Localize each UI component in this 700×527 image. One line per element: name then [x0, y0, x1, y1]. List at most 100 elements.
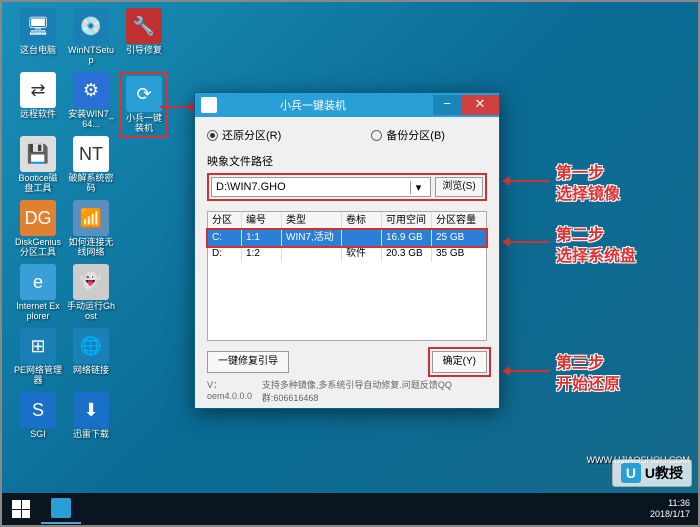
table-row[interactable]: D:1:2 软件20.3 GB35 GB [208, 246, 486, 262]
desktop-icon[interactable]: NT破解系统密码 [67, 136, 115, 194]
desktop-icon[interactable]: 🌐 网络链接 [67, 328, 115, 376]
image-path-input[interactable]: D:\WIN7.GHO ▾ [211, 177, 431, 197]
icon-label: Bootice磁盘工具 [14, 174, 62, 194]
icon-label: 破解系统密码 [67, 174, 115, 194]
radio-icon [207, 130, 218, 141]
cell-free: 16.9 GB [382, 230, 432, 246]
icon-label: 引导修复 [120, 46, 168, 56]
repair-boot-button[interactable]: 一键修复引导 [207, 351, 289, 373]
annotation-step1: 第一步 选择镜像 [556, 164, 620, 206]
annotation-step2: 第二步 选择系统盘 [556, 226, 636, 268]
icon-label: 迅雷下载 [67, 430, 115, 440]
desktop-icon[interactable]: 🖥 这台电脑 [14, 8, 62, 56]
arrow-step3 [510, 370, 550, 372]
cell-num: 1:2 [242, 246, 282, 262]
th-type[interactable]: 类型 [282, 212, 342, 229]
th-partition[interactable]: 分区 [208, 212, 242, 229]
app-icon: 🌐 [73, 328, 109, 364]
cell-partition: D: [208, 246, 242, 262]
cell-size: 25 GB [432, 230, 482, 246]
icon-label: Internet Explorer [14, 302, 62, 322]
icon-label: SGI [14, 430, 62, 440]
app-icon: 💾 [20, 136, 56, 172]
system-tray-clock[interactable]: 11:36 2018/1/17 [650, 498, 698, 520]
desktop-icon[interactable]: ⇄ 远程软件 [14, 72, 62, 120]
image-path-label: 映象文件路径 [207, 153, 487, 169]
app-icon: e [20, 264, 56, 300]
desktop-icon[interactable]: 💾Bootice磁盘工具 [14, 136, 62, 194]
cell-type [282, 246, 342, 262]
restore-radio-label: 还原分区(R) [222, 127, 281, 143]
icon-label: 这台电脑 [14, 46, 62, 56]
cell-partition: C: [208, 230, 242, 246]
cell-free: 20.3 GB [382, 246, 432, 262]
version-text: V：oem4.0.0.0 [207, 378, 262, 404]
image-path-row: D:\WIN7.GHO ▾ 浏览(S) [207, 173, 487, 201]
cell-num: 1:1 [242, 230, 282, 246]
ok-button[interactable]: 确定(Y) [432, 351, 487, 373]
desktop-icon[interactable]: eInternet Explorer [14, 264, 62, 322]
desktop-icon[interactable]: S SGI [14, 392, 62, 440]
table-row[interactable]: C:1:1WIN7,活动 16.9 GB25 GB [208, 230, 486, 246]
window-icon [201, 97, 217, 113]
desktop-icon[interactable]: 👻手动运行Ghost [67, 264, 115, 322]
app-icon: 📶 [73, 200, 109, 236]
desktop-icon[interactable]: 📶如何连接无线网络 [67, 200, 115, 258]
desktop-icon[interactable]: 💿WinNTSetup [67, 8, 115, 66]
badge-icon: U [621, 463, 641, 483]
backup-radio[interactable]: 备份分区(B) [371, 127, 445, 143]
icon-label: 网络链接 [67, 366, 115, 376]
support-text: 支持多种镜像,多系统引导自动修复.问题反馈QQ群:606616468 [262, 378, 487, 404]
app-icon: 🔧 [126, 8, 162, 44]
icon-label: 如何连接无线网络 [67, 238, 115, 258]
cell-volume: 软件 [342, 246, 382, 262]
cell-size: 35 GB [432, 246, 482, 262]
chevron-down-icon[interactable]: ▾ [410, 181, 426, 194]
minimize-button[interactable]: − [433, 95, 461, 115]
app-icon: DG [20, 200, 56, 236]
taskbar-item[interactable] [41, 494, 81, 524]
th-volume[interactable]: 卷标 [342, 212, 382, 229]
app-icon: ⇄ [20, 72, 56, 108]
arrow-to-window [160, 106, 190, 108]
app-icon: ⬇ [73, 392, 109, 428]
desktop-icon[interactable]: 🔧 引导修复 [120, 8, 168, 56]
arrow-step1 [510, 180, 550, 182]
app-icon: S [20, 392, 56, 428]
icon-label: 小兵一键装机 [124, 114, 164, 134]
taskbar: 11:36 2018/1/17 [2, 493, 698, 525]
radio-icon [371, 130, 382, 141]
desktop-icon[interactable]: ⊞PE网络管理器 [14, 328, 62, 386]
close-button[interactable]: ✕ [461, 95, 499, 115]
app-icon [51, 498, 71, 518]
window-title: 小兵一键装机 [223, 97, 433, 113]
th-free[interactable]: 可用空间 [382, 212, 432, 229]
table-header: 分区 编号 类型 卷标 可用空间 分区容量 [208, 212, 486, 230]
icon-label: PE网络管理器 [14, 366, 62, 386]
icon-label: 远程软件 [14, 110, 62, 120]
icon-label: 安装WIN7_64... [67, 110, 115, 130]
th-num[interactable]: 编号 [242, 212, 282, 229]
app-icon: ⟳ [126, 76, 162, 112]
titlebar[interactable]: 小兵一键装机 − ✕ [195, 93, 499, 117]
badge-text: U教授 [645, 463, 683, 483]
annotation-step3: 第三步 开始还原 [556, 354, 620, 396]
th-size[interactable]: 分区容量 [432, 212, 482, 229]
app-icon: 💿 [73, 8, 109, 44]
backup-radio-label: 备份分区(B) [386, 127, 445, 143]
windows-logo-icon [12, 500, 30, 518]
icon-label: DiskGenius分区工具 [14, 238, 62, 258]
desktop-icon[interactable]: ⚙安装WIN7_64... [67, 72, 115, 130]
brand-badge: U U教授 [612, 459, 692, 487]
app-icon: 👻 [73, 264, 109, 300]
icon-label: WinNTSetup [67, 46, 115, 66]
start-button[interactable] [2, 493, 40, 525]
app-icon: 🖥 [20, 8, 56, 44]
browse-button[interactable]: 浏览(S) [435, 177, 483, 197]
desktop-icon[interactable]: DGDiskGenius分区工具 [14, 200, 62, 258]
restore-radio[interactable]: 还原分区(R) [207, 127, 281, 143]
desktop-icon[interactable]: ⬇ 迅雷下载 [67, 392, 115, 440]
desktop-icon[interactable]: ⟳小兵一键装机 [120, 72, 168, 138]
cell-type: WIN7,活动 [282, 230, 342, 246]
window-footer: V：oem4.0.0.0 支持多种镜像,多系统引导自动修复.问题反馈QQ群:60… [207, 378, 487, 404]
